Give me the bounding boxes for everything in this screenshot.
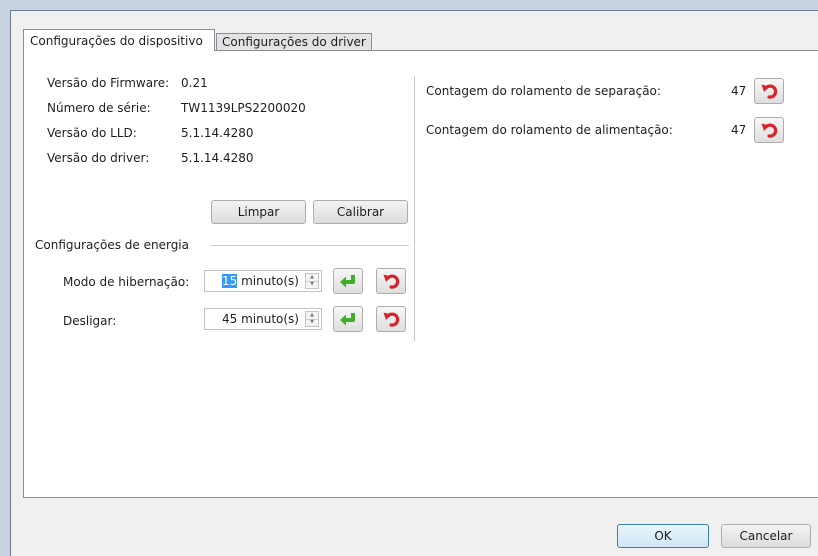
driver-version-label: Versão do driver: — [47, 151, 150, 165]
driver-version-value: 5.1.14.4280 — [181, 151, 254, 165]
power-group-label: Configurações de energia — [35, 238, 189, 252]
separation-roller-label: Contagem do rolamento de separação: — [426, 84, 661, 98]
power-off-spinner-arrows[interactable]: ▲ ▼ — [305, 311, 319, 327]
serial-label: Número de série: — [47, 101, 151, 115]
cancel-button[interactable]: Cancelar — [721, 524, 811, 548]
apply-hibernate-button[interactable] — [333, 268, 363, 294]
tab-panel — [23, 50, 818, 498]
power-off-value[interactable]: 45 — [222, 312, 237, 326]
hibernate-label: Modo de hibernação: — [63, 275, 190, 289]
calibrate-button[interactable]: Calibrar — [313, 200, 408, 224]
power-off-label: Desligar: — [63, 314, 117, 328]
firmware-label: Versão do Firmware: — [47, 76, 170, 90]
feed-roller-count: 47 — [731, 123, 747, 137]
tab-driver-settings-label: Configurações do driver — [222, 35, 366, 49]
reset-separation-roller-button[interactable] — [754, 78, 784, 104]
hibernate-spinner-arrows[interactable]: ▲ ▼ — [305, 273, 319, 289]
power-off-unit: minuto(s) — [241, 312, 299, 326]
ok-button[interactable]: OK — [617, 524, 709, 548]
power-off-spinner[interactable]: 45 minuto(s) ▲ ▼ — [204, 308, 322, 330]
hibernate-spinner[interactable]: 15 minuto(s) ▲ ▼ — [204, 270, 322, 292]
window-top-frame — [0, 0, 818, 10]
hibernate-unit: minuto(s) — [241, 274, 299, 288]
red-undo-arrow-icon — [761, 123, 778, 138]
power-group-divider — [211, 245, 409, 246]
firmware-value: 0.21 — [181, 76, 208, 90]
red-undo-arrow-icon — [383, 312, 400, 327]
tab-driver-settings[interactable]: Configurações do driver — [216, 33, 372, 51]
reset-hibernate-button[interactable] — [376, 268, 406, 294]
green-enter-arrow-icon — [340, 313, 355, 326]
reset-feed-roller-button[interactable] — [754, 117, 784, 143]
window-left-frame — [0, 0, 10, 556]
tab-device-settings[interactable]: Configurações do dispositivo — [23, 29, 215, 51]
green-enter-arrow-icon — [340, 275, 355, 288]
apply-power-off-button[interactable] — [333, 306, 363, 332]
tab-device-settings-label: Configurações do dispositivo — [30, 34, 203, 48]
lld-value: 5.1.14.4280 — [181, 126, 254, 140]
clear-button[interactable]: Limpar — [211, 200, 306, 224]
reset-power-off-button[interactable] — [376, 306, 406, 332]
spin-down-icon[interactable]: ▼ — [306, 281, 318, 288]
red-undo-arrow-icon — [761, 84, 778, 99]
separation-roller-count: 47 — [731, 84, 747, 98]
spin-down-icon[interactable]: ▼ — [306, 319, 318, 326]
lld-label: Versão do LLD: — [47, 126, 137, 140]
feed-roller-label: Contagem do rolamento de alimentação: — [426, 123, 673, 137]
red-undo-arrow-icon — [383, 274, 400, 289]
column-divider — [414, 76, 415, 341]
serial-value: TW1139LPS2200020 — [181, 101, 306, 115]
hibernate-value[interactable]: 15 — [221, 274, 238, 288]
